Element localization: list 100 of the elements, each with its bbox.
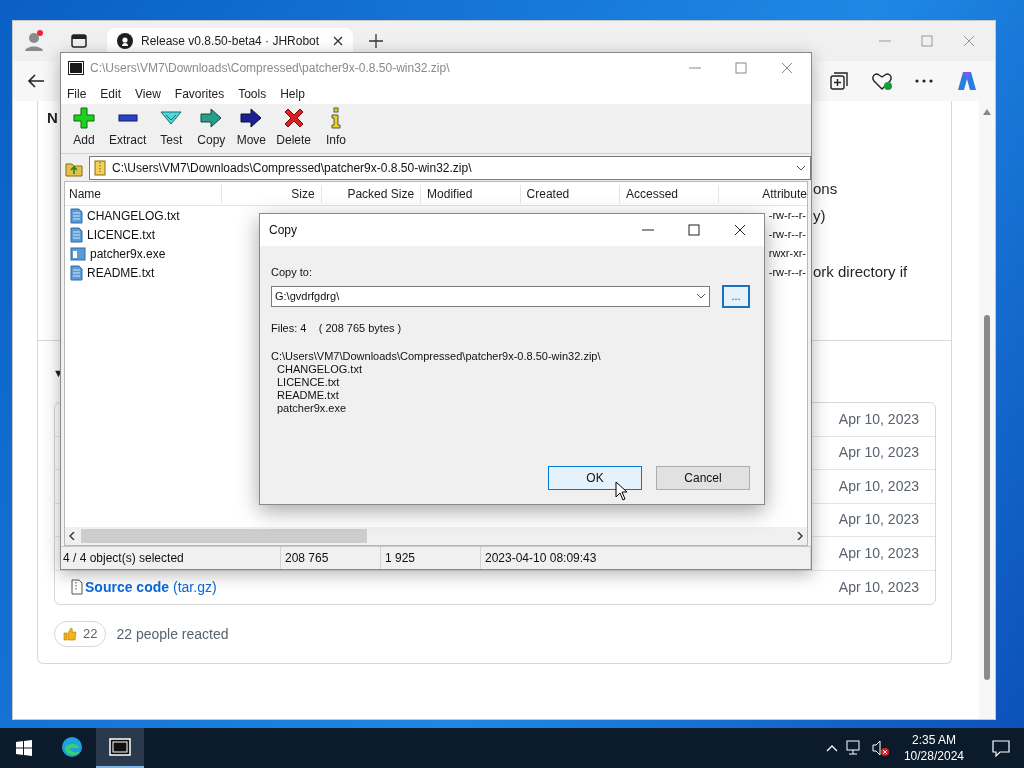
column-header[interactable]: Name (65, 184, 223, 203)
column-header[interactable]: Packed Size (321, 184, 422, 203)
menu-item[interactable]: View (135, 84, 161, 103)
x-icon (282, 107, 305, 129)
file-name[interactable]: CHANGELOG.txt (87, 206, 180, 225)
column-header[interactable]: Size (222, 184, 322, 203)
destination-field[interactable]: G:\gvdrfgdrg\ (271, 285, 710, 307)
copilot-icon[interactable] (955, 70, 979, 92)
status-text: 4 / 4 object(s) selected (61, 547, 281, 569)
tab-title: Release v0.8.50-beta4 · JHRobot (141, 32, 320, 50)
menu-item[interactable]: Tools (238, 84, 267, 103)
collections-icon[interactable] (829, 71, 849, 91)
file-attributes: -rw-r--r- (768, 227, 807, 243)
toolbar-button[interactable]: Info (317, 107, 356, 149)
clock[interactable]: 2:35 AM 10/28/2024 (897, 732, 970, 764)
taskbar-app[interactable] (96, 728, 144, 768)
status-text: 2023-04-10 08:09:43 (481, 547, 811, 569)
file-attributes: rwxr-xr- (768, 246, 807, 262)
file-name[interactable]: LICENCE.txt (87, 225, 155, 244)
asset-link[interactable]: Source code (85, 576, 170, 598)
asset-date: Apr 10, 2023 (838, 577, 919, 597)
address-field[interactable]: C:\Users\VM7\Downloads\Compressed\patcher9x-0.8.50-win32.zip\ (89, 155, 811, 180)
profile-icon[interactable] (23, 30, 45, 52)
dialog-button[interactable]: Cancel (656, 466, 750, 490)
new-tab-icon[interactable] (369, 34, 383, 48)
windows-start-icon[interactable] (16, 740, 32, 756)
file-attributes: -rw-r--r- (768, 208, 807, 224)
program-icon (70, 245, 86, 262)
column-header[interactable]: Modified (421, 184, 521, 203)
menu-item[interactable]: Help (280, 84, 305, 103)
asset-date: Apr 10, 2023 (838, 510, 919, 530)
status-text: 1 925 (381, 547, 481, 569)
file-zip-icon (71, 579, 83, 596)
scroll-up-icon (983, 109, 991, 115)
app-logo-icon (68, 61, 84, 75)
menu-item[interactable]: Favorites (174, 84, 225, 103)
plus-icon (73, 107, 95, 129)
menu-item[interactable]: Edit (100, 84, 122, 103)
vertical-scrollbar[interactable] (979, 101, 995, 719)
asset-date: Apr 10, 2023 (838, 476, 919, 496)
github-icon (117, 32, 133, 49)
column-header[interactable]: Attribute (719, 184, 807, 203)
cursor-icon (615, 481, 628, 501)
dialog-button[interactable]: OK (548, 466, 642, 490)
files-summary: Files: 4 ( 208 765 bytes ) (271, 320, 403, 336)
notifications-icon[interactable] (992, 739, 1010, 757)
arrow-right-icon (240, 107, 263, 129)
maximize-icon[interactable] (688, 224, 700, 236)
heading-text: N (47, 109, 58, 127)
toolbar-button[interactable]: Test (152, 107, 191, 149)
asset-date: Apr 10, 2023 (838, 443, 919, 463)
chevron-up-icon[interactable] (825, 744, 838, 752)
horizontal-scrollbar[interactable] (65, 527, 807, 545)
body-text: ork directory if (813, 262, 908, 282)
heart-icon[interactable] (871, 71, 893, 91)
file-attributes: -rw-r--r- (768, 265, 807, 281)
scroll-left-icon (69, 532, 75, 540)
volume-muted-icon[interactable] (871, 740, 890, 756)
window-title: C:\Users\VM7\Downloads\Compressed\patcher9x-0.8.50-win32.zip\ (90, 60, 450, 77)
field-label: Copy to: (271, 265, 313, 280)
text-file-icon (70, 207, 83, 224)
file-name: CHANGELOG.txt (276, 363, 363, 376)
file-name[interactable]: patcher9x.exe (90, 244, 166, 263)
text-file-icon (70, 264, 83, 281)
column-header[interactable]: Accessed (620, 184, 720, 203)
scrollbar-thumb[interactable] (81, 529, 367, 543)
body-text: ons (813, 179, 838, 199)
dropdown-icon (696, 293, 706, 299)
archive-icon (94, 159, 106, 176)
column-header[interactable]: Created (520, 184, 620, 203)
menu-item[interactable]: File (67, 84, 87, 103)
dialog-title: Copy (269, 222, 297, 239)
file-name: README.txt (276, 389, 340, 402)
more-icon[interactable] (915, 79, 933, 83)
file-name: LICENCE.txt (276, 376, 341, 389)
toolbar-button[interactable]: Add (65, 107, 103, 149)
edge-icon (61, 736, 83, 758)
browser-tab[interactable]: Release v0.8.50-beta4 · JHRobot (107, 28, 353, 53)
source-path: C:\Users\VM7\Downloads\Compressed\patcher9x-0.8.50-win32.zip\ (271, 350, 602, 363)
asset-suffix[interactable]: (tar.gz) (173, 576, 217, 598)
close-icon[interactable] (333, 35, 343, 46)
close-icon[interactable] (734, 224, 746, 236)
app-logo-icon (109, 736, 131, 758)
thumbs-up-icon (63, 627, 77, 641)
toolbar-button[interactable]: Move (232, 107, 271, 149)
file-name: patcher9x.exe (276, 402, 348, 415)
scroll-right-icon (797, 532, 803, 540)
text-file-icon (70, 226, 83, 243)
reaction-summary: 22 people reacted (116, 624, 229, 644)
scrollbar-thumb[interactable] (984, 315, 990, 680)
file-name[interactable]: README.txt (87, 263, 155, 282)
browse-button[interactable]: ... (722, 284, 750, 308)
body-text: y) (813, 206, 826, 226)
back-icon[interactable] (27, 73, 45, 89)
toolbar-button[interactable]: Delete (272, 107, 316, 149)
dropdown-icon (796, 164, 806, 171)
asset-date: Apr 10, 2023 (838, 543, 919, 563)
sidebar-icon[interactable] (71, 34, 87, 48)
toolbar-button[interactable]: Extract (105, 107, 151, 149)
toolbar-button[interactable]: Copy (192, 107, 231, 149)
